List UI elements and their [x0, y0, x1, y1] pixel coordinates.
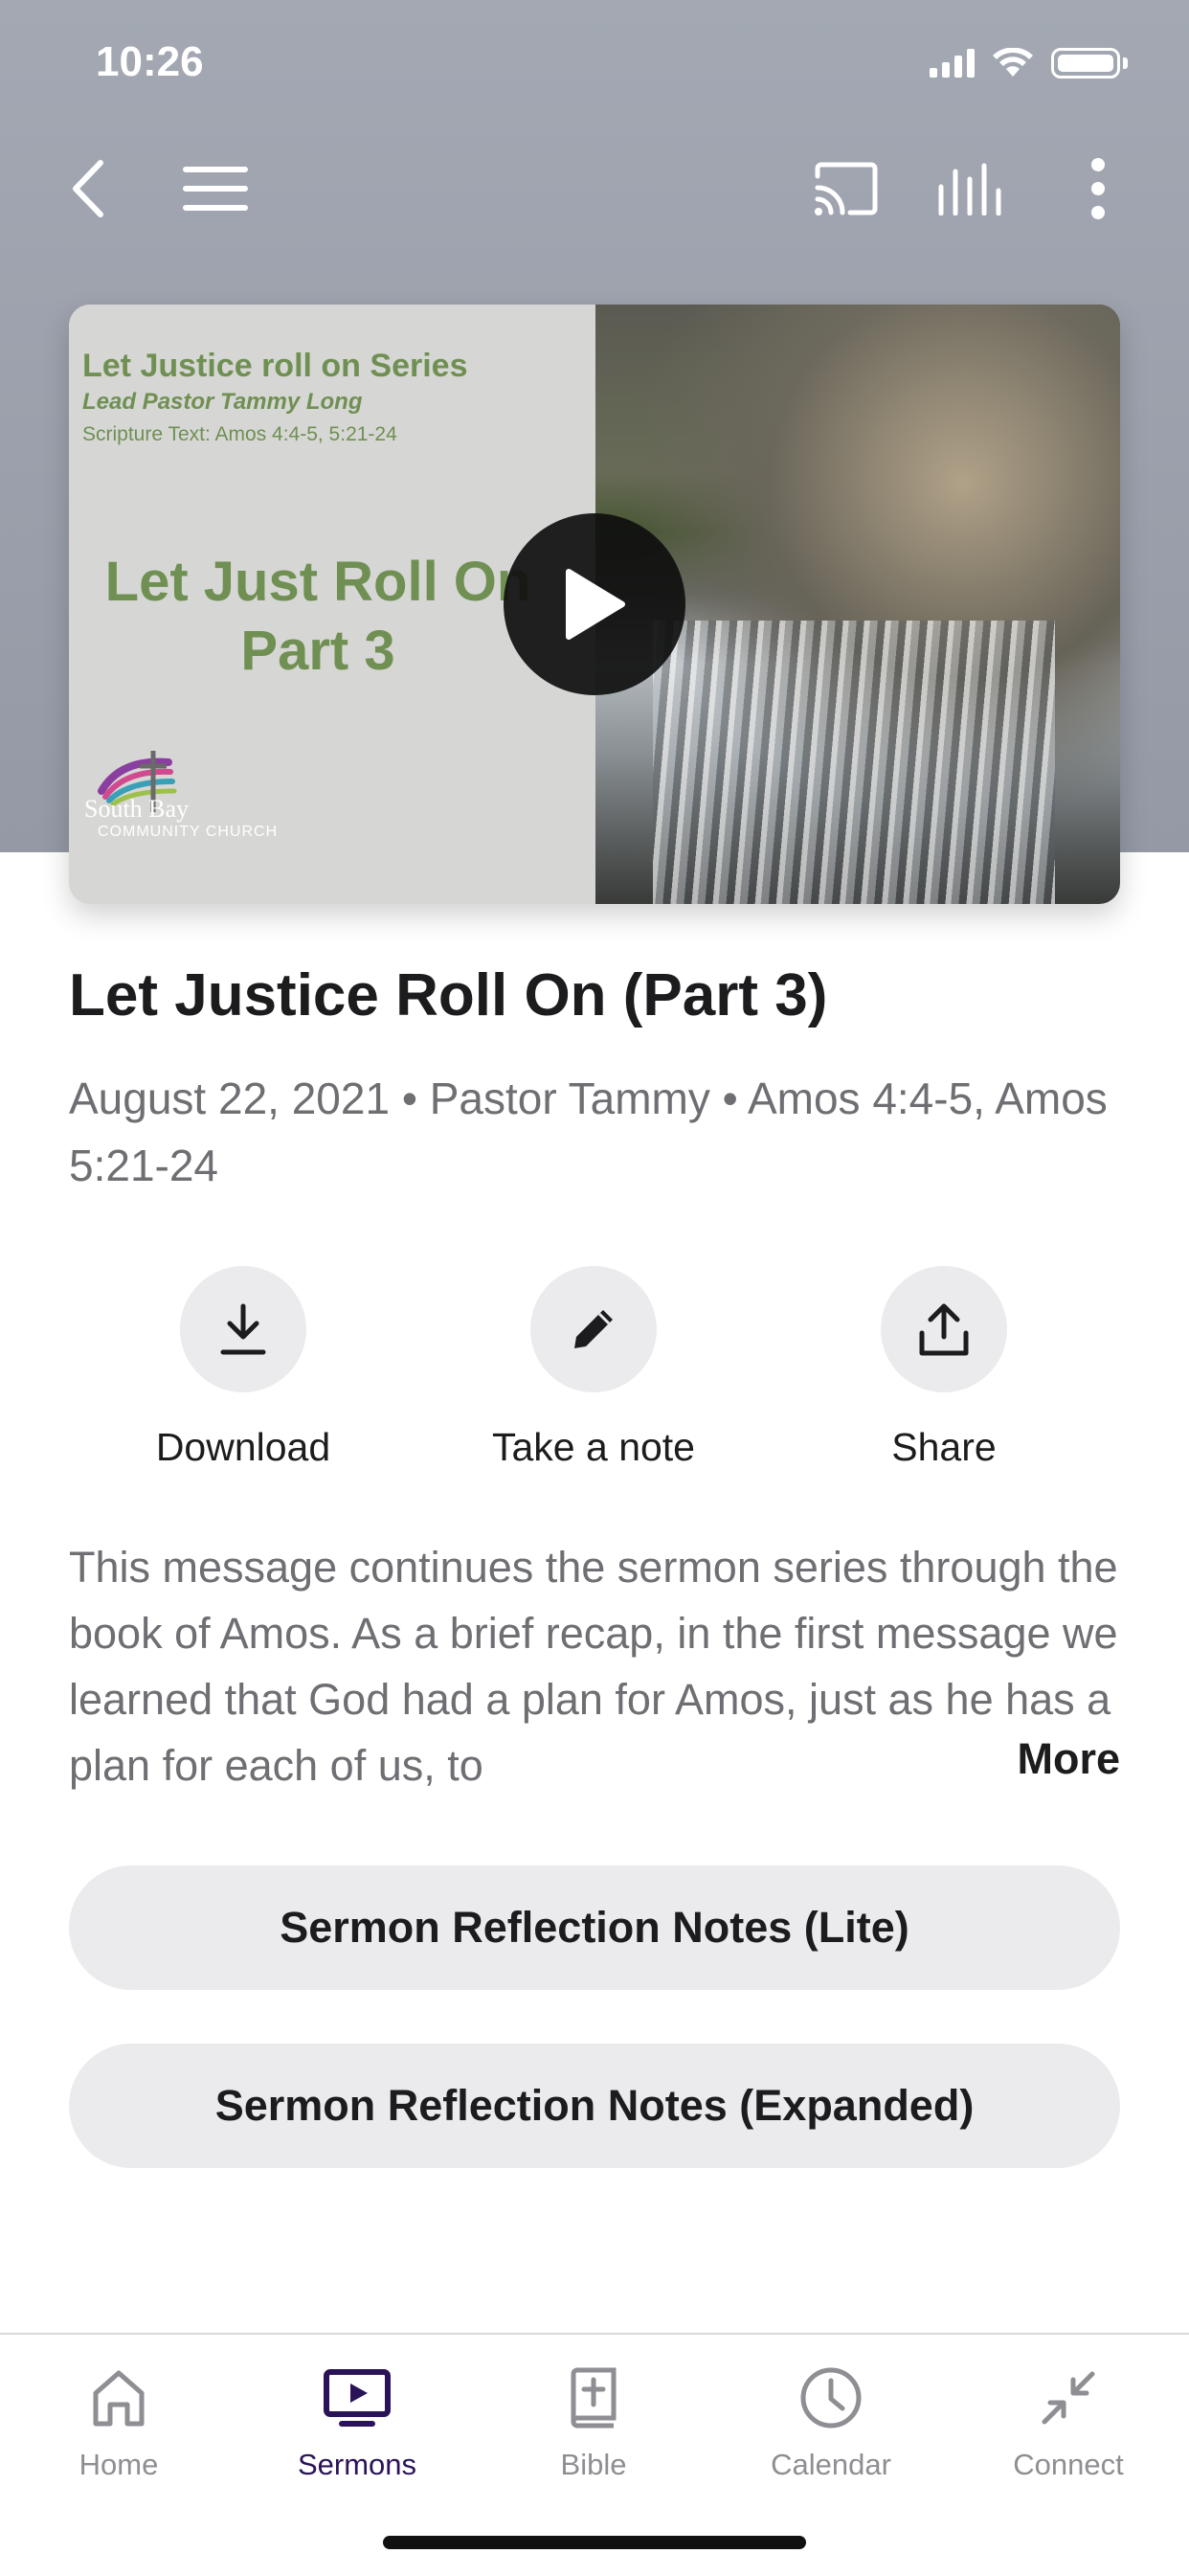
sermon-title: Let Justice Roll On (Part 3): [69, 962, 828, 1028]
home-icon: [93, 2370, 145, 2427]
back-icon: [73, 160, 103, 217]
share-label: Share: [891, 1425, 997, 1469]
tab-home[interactable]: Home: [13, 2361, 224, 2482]
take-note-button[interactable]: Take a note: [469, 1266, 718, 1470]
battery-icon: [1051, 48, 1128, 79]
wifi-icon: [993, 48, 1033, 77]
thumbnail-scripture-text: Scripture Text: Amos 4:4-5, 5:21-24: [82, 423, 397, 445]
download-button[interactable]: Download: [119, 1266, 368, 1470]
thumbnail-title: Let Just Roll On Part 3: [69, 548, 567, 686]
status-icons: [930, 48, 1128, 79]
tv-play-icon: [324, 2369, 391, 2427]
cast-icon: [815, 162, 878, 215]
signal-icon: [930, 49, 975, 78]
tab-connect-label: Connect: [1013, 2448, 1124, 2481]
status-time: 10:26: [96, 38, 204, 85]
thumbnail-logo-subtitle: COMMUNITY CHURCH: [98, 824, 279, 840]
thumbnail-title-line2: Part 3: [240, 620, 395, 682]
description-fade: [862, 1735, 1005, 1798]
more-link[interactable]: More: [1011, 1734, 1120, 1784]
tab-home-label: Home: [79, 2448, 159, 2481]
tab-sermons[interactable]: Sermons: [252, 2361, 462, 2482]
waterfall-image: [653, 621, 1055, 904]
thumbnail-series-text: Let Justice roll on Series: [82, 348, 468, 384]
bible-icon: [571, 2367, 617, 2429]
tab-bible-label: Bible: [560, 2448, 627, 2481]
tab-bible[interactable]: Bible: [488, 2361, 699, 2482]
thumbnail-title-line1: Let Just Roll On: [104, 551, 531, 613]
download-label: Download: [155, 1425, 331, 1469]
video-player[interactable]: Let Justice roll on Series Lead Pastor T…: [69, 305, 1120, 904]
play-button[interactable]: [504, 513, 685, 695]
thumbnail-pastor-text: Lead Pastor Tammy Long: [82, 389, 363, 415]
back-button[interactable]: [44, 146, 130, 232]
more-vertical-icon: [1091, 158, 1105, 219]
sermon-meta: August 22, 2021 • Pastor Tammy • Amos 4:…: [69, 1073, 1108, 1190]
take-note-label: Take a note: [492, 1425, 695, 1469]
notes-lite-button[interactable]: Sermon Reflection Notes (Lite): [69, 1865, 1120, 1990]
share-button[interactable]: Share: [819, 1266, 1068, 1470]
thumbnail-logo-name: South Bay: [84, 795, 190, 823]
tab-calendar[interactable]: Calendar: [726, 2361, 936, 2482]
audio-button[interactable]: [929, 146, 1015, 232]
tab-connect[interactable]: Connect: [963, 2361, 1174, 2482]
menu-button[interactable]: [172, 146, 258, 232]
notes-expanded-button[interactable]: Sermon Reflection Notes (Expanded): [69, 2044, 1120, 2168]
menu-icon: [183, 167, 248, 211]
tab-sermons-label: Sermons: [297, 2448, 417, 2481]
audio-levels-icon: [938, 163, 1001, 215]
pencil-icon: [574, 1310, 613, 1348]
play-icon: [566, 569, 625, 640]
cast-button[interactable]: [802, 146, 888, 232]
clock-icon: [800, 2367, 862, 2429]
share-icon: [919, 1303, 969, 1356]
more-options-button[interactable]: [1055, 146, 1141, 232]
tab-calendar-label: Calendar: [771, 2448, 891, 2481]
download-icon: [220, 1303, 266, 1355]
home-indicator[interactable]: [383, 2536, 806, 2549]
collapse-arrows-icon: [1042, 2371, 1095, 2425]
